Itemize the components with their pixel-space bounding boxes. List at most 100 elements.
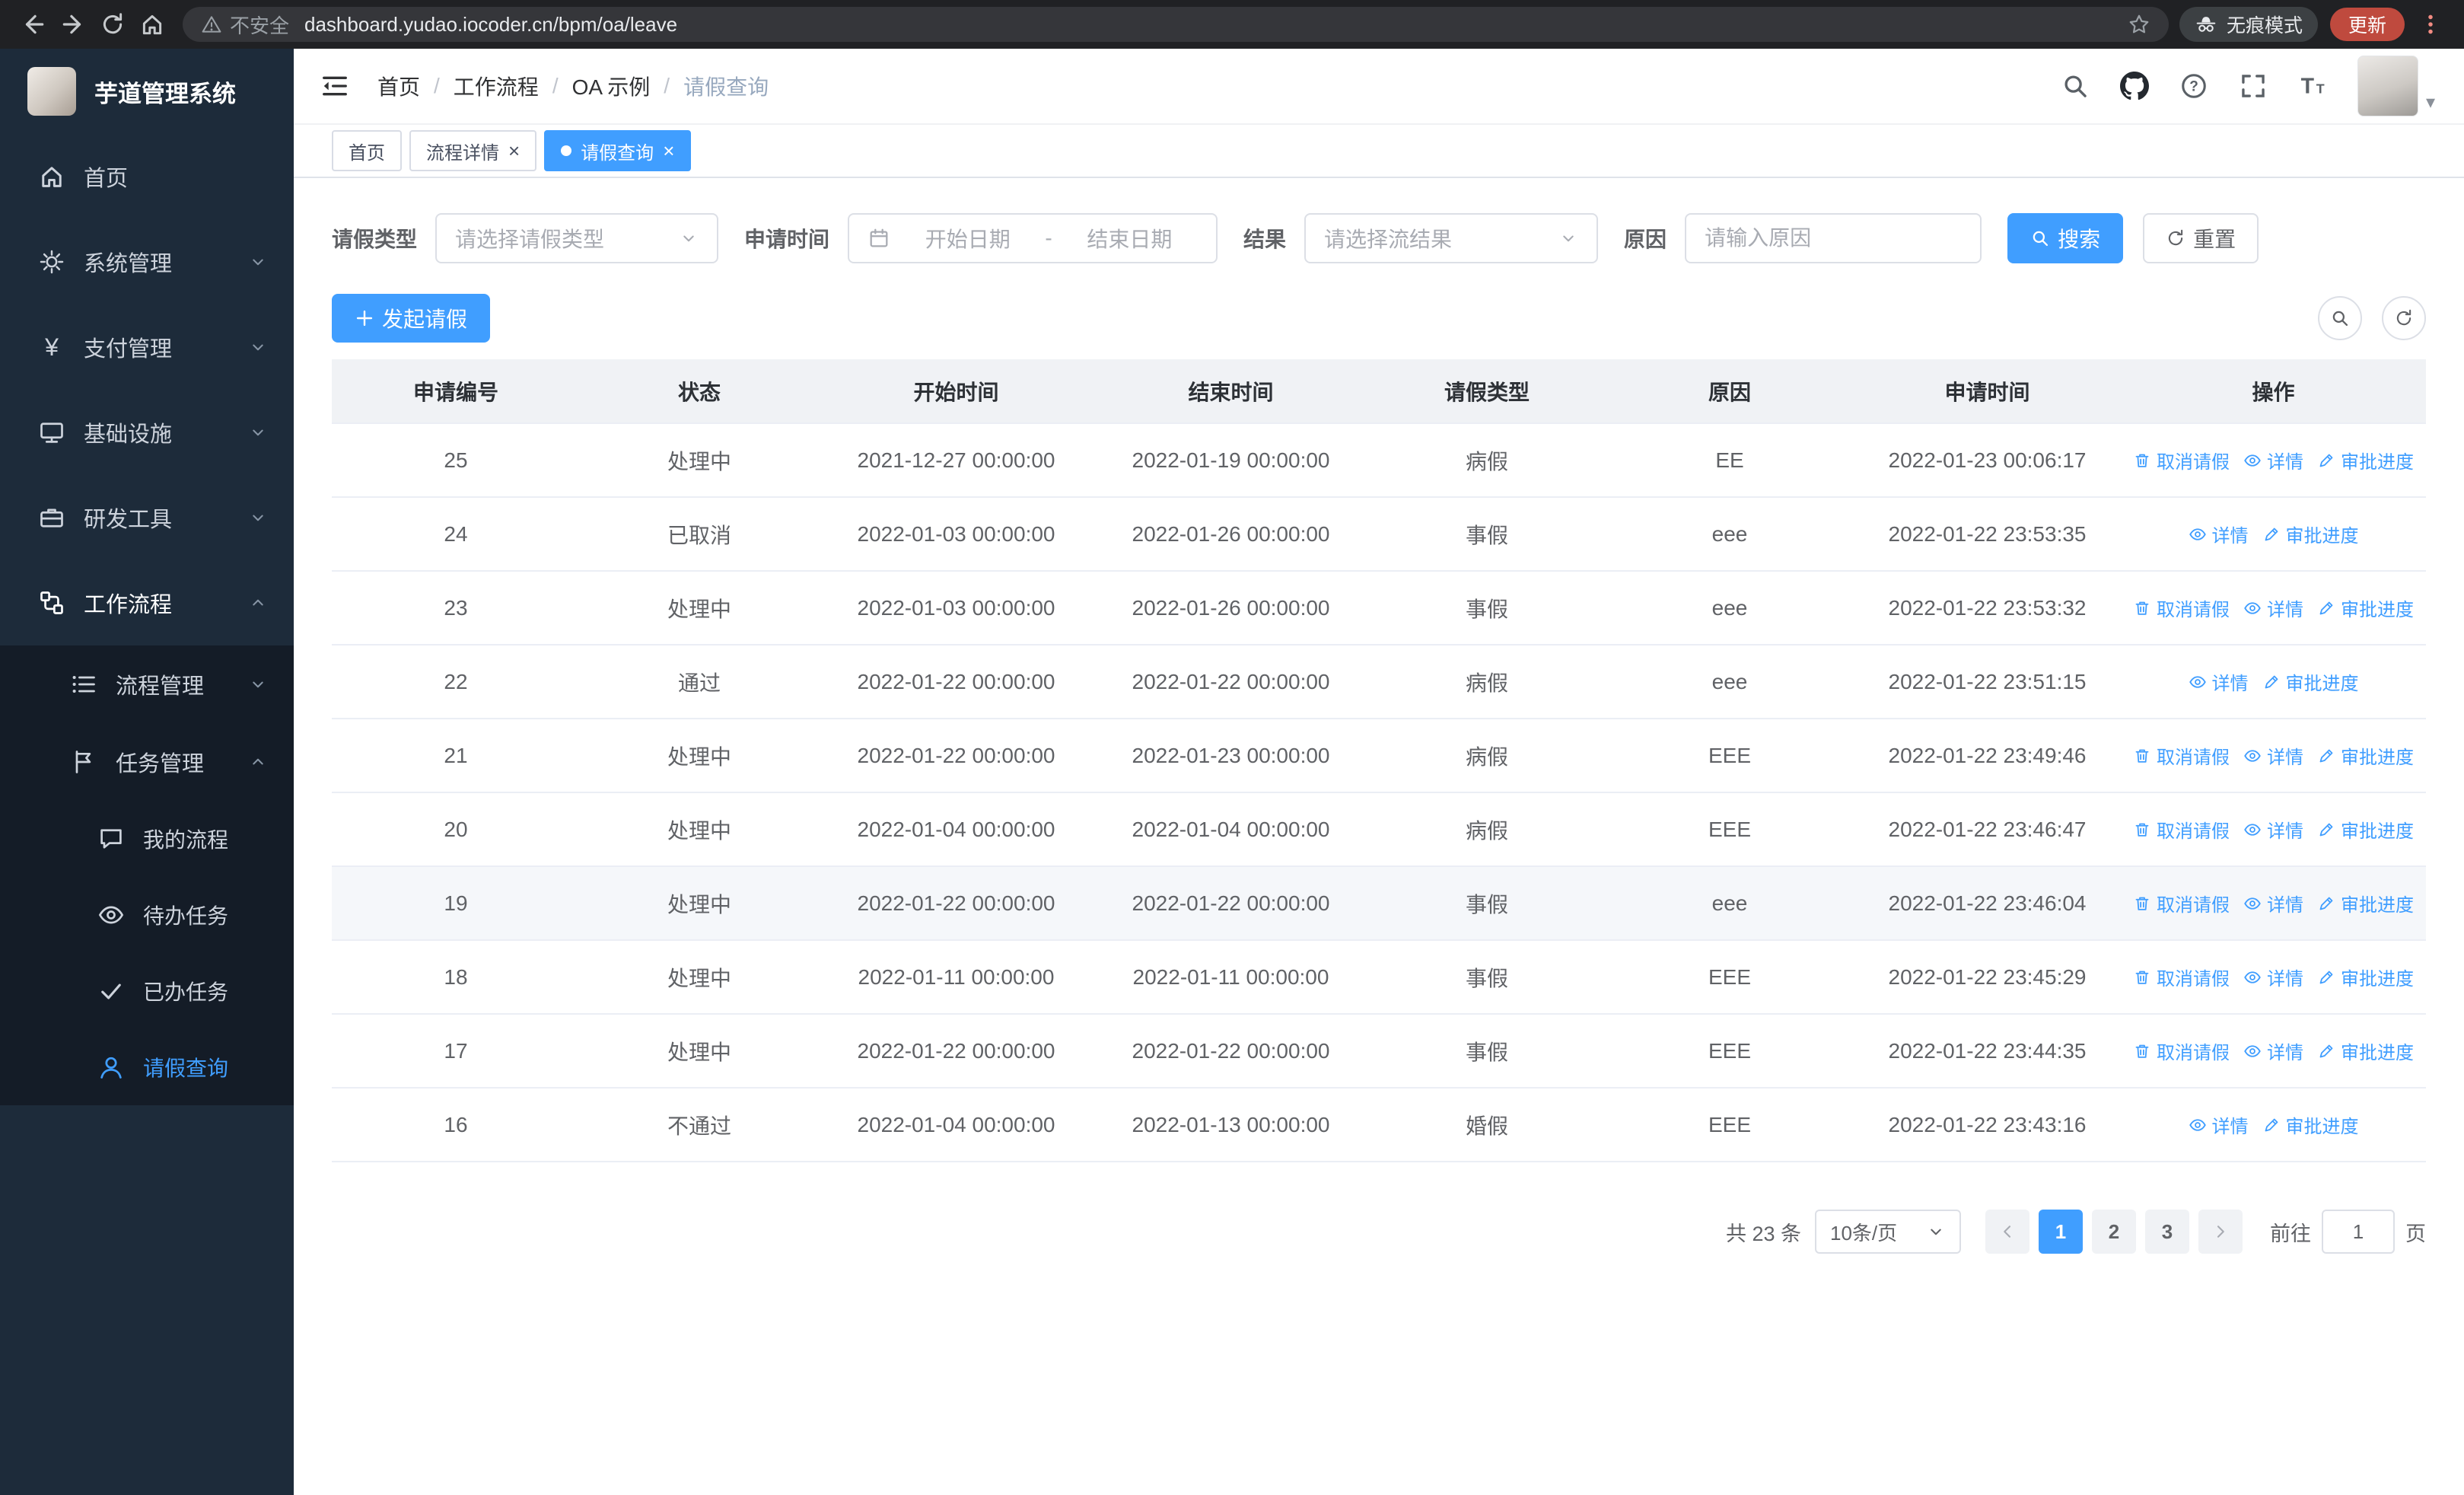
sidebar-item-task-management[interactable]: 任务管理 — [0, 723, 294, 801]
breadcrumb-workflow[interactable]: 工作流程 — [454, 71, 539, 101]
browser-back-button[interactable] — [14, 5, 53, 44]
tab-home[interactable]: 首页 — [332, 130, 402, 171]
toolbox-icon — [38, 504, 65, 531]
result-select[interactable]: 请选择流结果 — [1304, 213, 1599, 263]
filter-form: 请假类型 请选择请假类型 申请时间 开始日期 - 结束日期 结果 请选择流结果 … — [332, 213, 2426, 263]
browser-menu-button[interactable] — [2411, 5, 2450, 44]
progress-action-link[interactable]: 审批进度 — [2262, 521, 2359, 547]
request-id-cell: 24 — [332, 497, 580, 572]
page-size-select[interactable]: 10条/页 — [1815, 1210, 1961, 1254]
check-icon — [97, 977, 125, 1005]
user-menu[interactable]: ▾ — [2357, 56, 2435, 116]
goto-page-input[interactable] — [2322, 1210, 2395, 1254]
close-icon[interactable]: × — [508, 141, 520, 161]
refresh-table-button[interactable] — [2382, 296, 2426, 340]
status-cell: 处理中 — [580, 423, 819, 498]
breadcrumb-home[interactable]: 首页 — [377, 71, 420, 101]
eye-icon — [2189, 1116, 2207, 1134]
cancel-action-link[interactable]: 取消请假 — [2133, 594, 2230, 621]
breadcrumb-separator: / — [664, 74, 670, 97]
detail-action-link[interactable]: 详情 — [2243, 816, 2303, 843]
date-range-picker[interactable]: 开始日期 - 结束日期 — [848, 213, 1218, 263]
detail-action-link[interactable]: 详情 — [2243, 1038, 2303, 1064]
search-button[interactable]: 搜索 — [2007, 213, 2124, 263]
sidebar-item-dev-tools[interactable]: 研发工具 — [0, 475, 294, 560]
sidebar-item-my-process[interactable]: 我的流程 — [0, 801, 294, 877]
progress-action-link[interactable]: 审批进度 — [2317, 890, 2414, 916]
address-bar[interactable]: 不安全 dashboard.yudao.iocoder.cn/bpm/oa/le… — [183, 7, 2169, 42]
page-button-1[interactable]: 1 — [2039, 1210, 2083, 1254]
sidebar-item-leave-query[interactable]: 请假查询 — [0, 1029, 294, 1105]
next-page-button[interactable] — [2198, 1210, 2243, 1254]
tab-process-detail[interactable]: 流程详情 × — [409, 130, 537, 171]
chevron-down-icon — [1926, 1222, 1946, 1242]
sidebar-item-infrastructure[interactable]: 基础设施 — [0, 390, 294, 475]
leave-type-cell: 事假 — [1368, 571, 1606, 645]
search-icon[interactable] — [2061, 72, 2090, 100]
fullscreen-icon[interactable] — [2239, 72, 2268, 100]
goto-unit-label: 页 — [2405, 1222, 2426, 1245]
reason-cell: eee — [1606, 645, 1854, 719]
detail-action-link[interactable]: 详情 — [2189, 668, 2249, 695]
detail-action-link[interactable]: 详情 — [2243, 890, 2303, 916]
cancel-action-link[interactable]: 取消请假 — [2133, 742, 2230, 769]
cancel-action-link[interactable]: 取消请假 — [2133, 1038, 2230, 1064]
cancel-action-link[interactable]: 取消请假 — [2133, 890, 2230, 916]
breadcrumb-oa-example[interactable]: OA 示例 — [572, 71, 651, 101]
progress-action-link[interactable]: 审批进度 — [2317, 964, 2414, 990]
sidebar-item-home[interactable]: 首页 — [0, 134, 294, 219]
reason-cell: EEE — [1606, 719, 1854, 793]
chrome-update-button[interactable]: 更新 — [2329, 8, 2405, 41]
sidebar-item-workflow[interactable]: 工作流程 — [0, 560, 294, 645]
progress-action-link[interactable]: 审批进度 — [2317, 816, 2414, 843]
cancel-action-link[interactable]: 取消请假 — [2133, 447, 2230, 473]
progress-action-link[interactable]: 审批进度 — [2262, 1111, 2359, 1138]
create-leave-button[interactable]: 发起请假 — [332, 294, 491, 343]
github-icon[interactable] — [2119, 72, 2149, 100]
chevron-right-icon — [2217, 1226, 2224, 1238]
page-button-2[interactable]: 2 — [2092, 1210, 2136, 1254]
detail-action-link[interactable]: 详情 — [2189, 1111, 2249, 1138]
detail-action-link[interactable]: 详情 — [2243, 447, 2303, 473]
browser-forward-button[interactable] — [53, 5, 93, 44]
tab-leave-query[interactable]: 请假查询 × — [544, 130, 692, 171]
help-icon[interactable]: ? — [2179, 72, 2208, 100]
bookmark-star-icon[interactable] — [2128, 13, 2150, 36]
sidebar-item-process-management[interactable]: 流程管理 — [0, 645, 294, 723]
toggle-search-button[interactable] — [2318, 296, 2362, 340]
progress-action-link[interactable]: 审批进度 — [2317, 1038, 2414, 1064]
col-start-time: 开始时间 — [819, 359, 1094, 424]
status-cell: 已取消 — [580, 497, 819, 572]
detail-action-link[interactable]: 详情 — [2243, 594, 2303, 621]
yen-icon: ¥ — [45, 333, 59, 361]
apply-time-cell: 2022-01-22 23:49:46 — [1854, 719, 2121, 793]
sidebar-collapse-button[interactable] — [314, 65, 356, 107]
detail-action-link[interactable]: 详情 — [2243, 742, 2303, 769]
leave-type-select[interactable]: 请选择请假类型 — [435, 213, 719, 263]
cancel-action-link[interactable]: 取消请假 — [2133, 816, 2230, 843]
app-logo-row[interactable]: 芋道管理系统 — [0, 49, 294, 134]
reset-button[interactable]: 重置 — [2143, 213, 2259, 263]
detail-action-link[interactable]: 详情 — [2189, 521, 2249, 547]
sidebar-item-done-tasks[interactable]: 已办任务 — [0, 953, 294, 1029]
font-size-icon[interactable]: TT — [2298, 72, 2327, 100]
progress-action-link[interactable]: 审批进度 — [2317, 447, 2414, 473]
top-navbar: 首页 / 工作流程 / OA 示例 / 请假查询 ? T T ▾ — [294, 49, 2464, 125]
browser-home-button[interactable] — [132, 5, 172, 44]
sidebar-item-system-management[interactable]: 系统管理 — [0, 219, 294, 304]
cancel-action-link[interactable]: 取消请假 — [2133, 964, 2230, 990]
progress-action-link[interactable]: 审批进度 — [2262, 668, 2359, 695]
close-icon[interactable]: × — [663, 141, 674, 161]
sidebar-item-todo-tasks[interactable]: 待办任务 — [0, 877, 294, 953]
apply-time-cell: 2022-01-22 23:46:04 — [1854, 866, 2121, 941]
status-cell: 处理中 — [580, 1014, 819, 1089]
progress-action-link[interactable]: 审批进度 — [2317, 742, 2414, 769]
detail-action-link[interactable]: 详情 — [2243, 964, 2303, 990]
browser-reload-button[interactable] — [93, 5, 132, 44]
actions-cell: 详情 审批进度 — [2121, 497, 2426, 572]
prev-page-button[interactable] — [1985, 1210, 2029, 1254]
page-button-3[interactable]: 3 — [2145, 1210, 2189, 1254]
sidebar-item-payment-management[interactable]: ¥ 支付管理 — [0, 304, 294, 390]
progress-action-link[interactable]: 审批进度 — [2317, 594, 2414, 621]
reason-input[interactable] — [1705, 226, 1963, 250]
